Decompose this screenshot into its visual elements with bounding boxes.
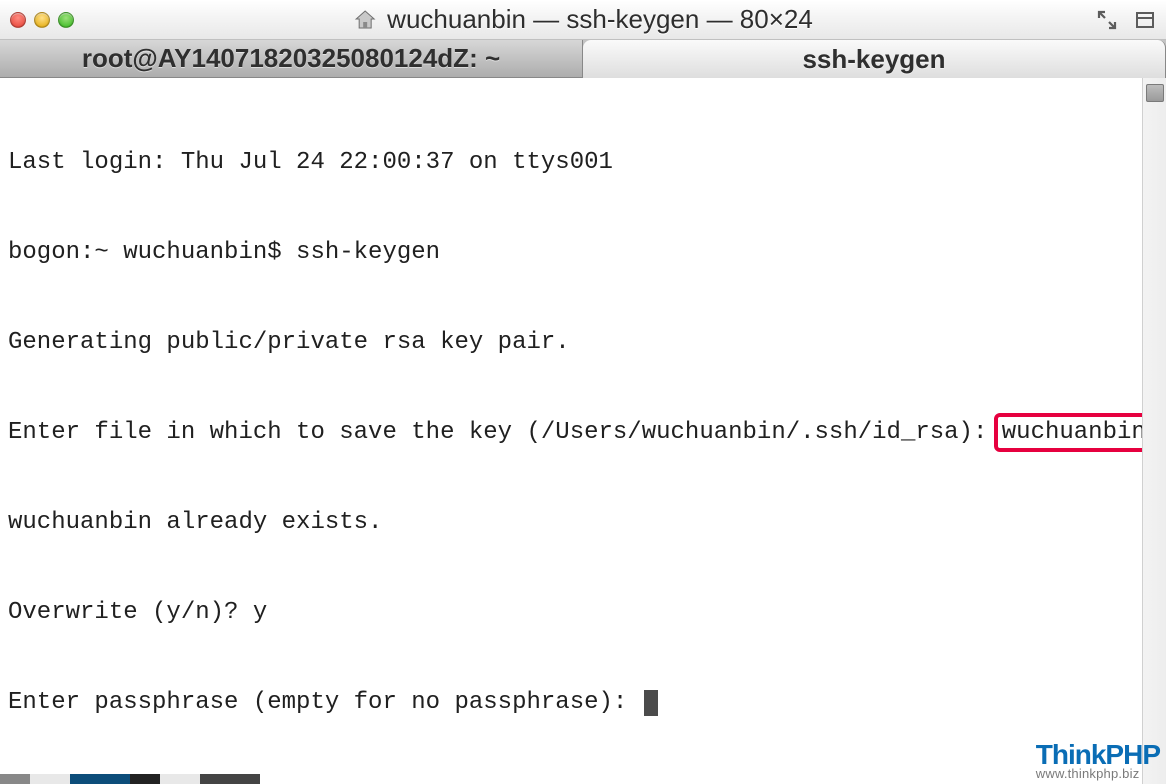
fullscreen-icon[interactable] xyxy=(1096,9,1118,31)
user-input-overwrite: y xyxy=(253,599,267,626)
zoom-window-button[interactable] xyxy=(58,12,74,28)
prompt-text: Overwrite (y/n)? xyxy=(8,599,253,626)
decorative-strip xyxy=(0,774,260,784)
window-titlebar: wuchuanbin — ssh-keygen — 80×24 xyxy=(0,0,1166,40)
tab-bar: root@AY14071820325080124dZ: ~ ssh-keygen xyxy=(0,40,1166,78)
tab-label: ssh-keygen xyxy=(802,44,945,75)
user-input-filename: wuchuanbin xyxy=(1002,419,1142,446)
command-text: ssh-keygen xyxy=(296,239,440,266)
tab-ssh-keygen[interactable]: ssh-keygen xyxy=(583,40,1166,78)
last-login-text: Last login: Thu Jul 24 22:00:37 on ttys0… xyxy=(8,149,613,176)
cursor-icon xyxy=(644,690,658,716)
terminal-area: Last login: Thu Jul 24 22:00:37 on ttys0… xyxy=(0,78,1166,784)
traffic-lights xyxy=(10,12,74,28)
output-text: wuchuanbin already exists. xyxy=(8,509,382,536)
terminal-line: Enter file in which to save the key (/Us… xyxy=(8,418,1134,448)
tab-label: root@AY14071820325080124dZ: ~ xyxy=(82,43,500,74)
output-text: Generating public/private rsa key pair. xyxy=(8,329,570,356)
tab-remote-host[interactable]: root@AY14071820325080124dZ: ~ xyxy=(0,40,583,78)
prompt-text: Enter file in which to save the key (/Us… xyxy=(8,419,1002,446)
home-icon xyxy=(353,8,377,32)
terminal-line: wuchuanbin already exists. xyxy=(8,508,1134,538)
terminal-line: Last login: Thu Jul 24 22:00:37 on ttys0… xyxy=(8,148,1134,178)
scrollbar-thumb[interactable] xyxy=(1146,84,1164,102)
window-title: wuchuanbin — ssh-keygen — 80×24 xyxy=(353,4,813,35)
window-title-text: wuchuanbin — ssh-keygen — 80×24 xyxy=(387,4,813,35)
minimize-window-button[interactable] xyxy=(34,12,50,28)
terminal[interactable]: Last login: Thu Jul 24 22:00:37 on ttys0… xyxy=(0,78,1142,784)
terminal-line: Overwrite (y/n)? y xyxy=(8,598,1134,628)
watermark: ThinkPHP www.thinkphp.biz xyxy=(1036,741,1160,780)
terminal-line: Enter passphrase (empty for no passphras… xyxy=(8,688,1134,718)
terminal-line: Generating public/private rsa key pair. xyxy=(8,328,1134,358)
watermark-brand: ThinkPHP xyxy=(1036,741,1160,769)
terminal-line: bogon:~ wuchuanbin$ ssh-keygen xyxy=(8,238,1134,268)
close-window-button[interactable] xyxy=(10,12,26,28)
scrollbar-track[interactable] xyxy=(1142,78,1166,784)
prompt-text: Enter passphrase (empty for no passphras… xyxy=(8,689,642,716)
shell-prompt: bogon:~ wuchuanbin$ xyxy=(8,239,296,266)
drawer-icon[interactable] xyxy=(1134,9,1156,31)
